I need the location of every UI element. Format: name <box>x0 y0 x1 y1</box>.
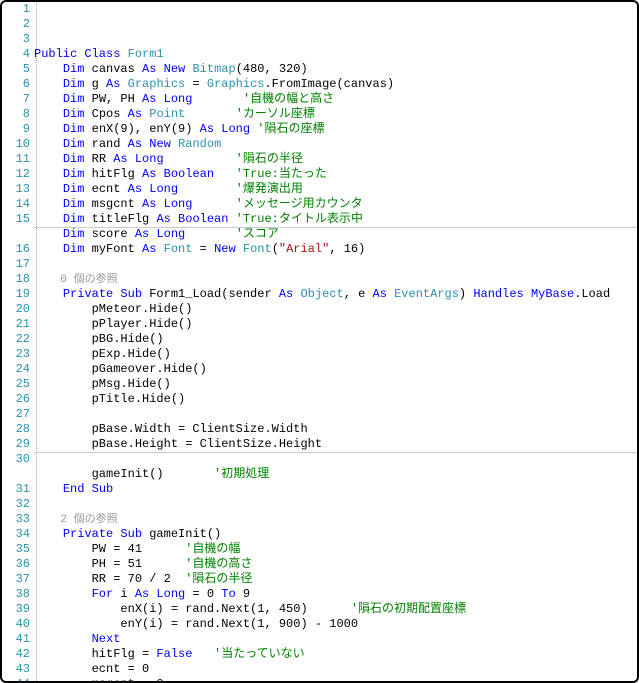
line-number: 12 <box>2 167 30 182</box>
line-number: 19 <box>2 287 30 302</box>
line-number: 30 <box>2 452 30 467</box>
section-divider <box>34 227 637 228</box>
line-number: 1 <box>2 2 30 17</box>
line-number: 11 <box>2 152 30 167</box>
line-number: 39 <box>2 602 30 617</box>
code-line[interactable]: Dim msgcnt As Long 'メッセージ用カウンタ <box>34 197 637 212</box>
code-line[interactable]: Private Sub gameInit() <box>34 527 637 542</box>
code-line[interactable]: pExp.Hide() <box>34 347 637 362</box>
line-number: 35 <box>2 542 30 557</box>
line-number: 33 <box>2 512 30 527</box>
line-number: 26 <box>2 392 30 407</box>
line-number: 8 <box>2 107 30 122</box>
line-number: 9 <box>2 122 30 137</box>
code-line[interactable]: Dim score As Long 'スコア <box>34 227 637 242</box>
section-divider <box>34 452 637 453</box>
code-line[interactable]: pGameover.Hide() <box>34 362 637 377</box>
code-line[interactable]: msgcnt = 0 <box>34 677 637 683</box>
line-number: 16 <box>2 242 30 257</box>
line-number: 25 <box>2 377 30 392</box>
line-number: 5 <box>2 62 30 77</box>
line-number: 21 <box>2 317 30 332</box>
code-line[interactable]: 2 個の参照 <box>34 512 637 527</box>
code-line[interactable]: pTitle.Hide() <box>34 392 637 407</box>
line-number: 32 <box>2 497 30 512</box>
code-area[interactable]: Public Class Form1 Dim canvas As New Bit… <box>34 2 637 681</box>
line-number: 13 <box>2 182 30 197</box>
line-number: 20 <box>2 302 30 317</box>
line-number: 29 <box>2 437 30 452</box>
code-line[interactable]: Dim enX(9), enY(9) As Long '隕石の座標 <box>34 122 637 137</box>
code-line[interactable]: Dim Cpos As Point 'カーソル座標 <box>34 107 637 122</box>
code-editor[interactable]: 1234567891011121314151617181920212223242… <box>0 0 639 683</box>
line-number: 6 <box>2 77 30 92</box>
code-line[interactable]: Public Class Form1 <box>34 47 637 62</box>
line-number: 38 <box>2 587 30 602</box>
code-line[interactable]: Dim PW, PH As Long '自機の幅と高さ <box>34 92 637 107</box>
code-line[interactable]: enX(i) = rand.Next(1, 450) '隕石の初期配置座標 <box>34 602 637 617</box>
code-line[interactable]: enY(i) = rand.Next(1, 900) - 1000 <box>34 617 637 632</box>
line-number: 42 <box>2 647 30 662</box>
code-line[interactable]: Dim titleFlg As Boolean 'True:タイトル表示中 <box>34 212 637 227</box>
code-line[interactable]: RR = 70 / 2 '隕石の半径 <box>34 572 637 587</box>
line-number: 18 <box>2 272 30 287</box>
code-line[interactable]: PW = 41 '自機の幅 <box>34 542 637 557</box>
code-line[interactable]: PH = 51 '自機の高さ <box>34 557 637 572</box>
code-line[interactable]: 0 個の参照 <box>34 272 637 287</box>
line-number: 14 <box>2 197 30 212</box>
code-line[interactable]: pBase.Height = ClientSize.Height <box>34 437 637 452</box>
code-line[interactable]: Dim ecnt As Long '爆発演出用 <box>34 182 637 197</box>
code-line[interactable]: For i As Long = 0 To 9 <box>34 587 637 602</box>
line-number: 4 <box>2 47 30 62</box>
code-line[interactable]: Dim rand As New Random <box>34 137 637 152</box>
code-line[interactable] <box>34 407 637 422</box>
outline-guide <box>36 2 37 681</box>
code-line[interactable]: hitFlg = False '当たっていない <box>34 647 637 662</box>
line-number: 2 <box>2 17 30 32</box>
line-number: 40 <box>2 617 30 632</box>
line-number-gutter: 1234567891011121314151617181920212223242… <box>2 2 34 681</box>
code-line[interactable]: ecnt = 0 <box>34 662 637 677</box>
code-line[interactable]: Dim hitFlg As Boolean 'True:当たった <box>34 167 637 182</box>
code-line[interactable]: Dim RR As Long '隕石の半径 <box>34 152 637 167</box>
line-number: 7 <box>2 92 30 107</box>
line-number: 22 <box>2 332 30 347</box>
code-line[interactable]: Dim myFont As Font = New Font("Arial", 1… <box>34 242 637 257</box>
code-line[interactable]: pMeteor.Hide() <box>34 302 637 317</box>
code-line[interactable]: pBG.Hide() <box>34 332 637 347</box>
line-number: 37 <box>2 572 30 587</box>
code-line[interactable]: Private Sub Form1_Load(sender As Object,… <box>34 287 637 302</box>
line-number: 17 <box>2 257 30 272</box>
line-number: 43 <box>2 662 30 677</box>
line-number: 31 <box>2 482 30 497</box>
code-line[interactable]: gameInit() '初期処理 <box>34 467 637 482</box>
code-line[interactable]: Next <box>34 632 637 647</box>
line-number: 23 <box>2 347 30 362</box>
code-line[interactable]: Dim canvas As New Bitmap(480, 320) <box>34 62 637 77</box>
code-line[interactable]: End Sub <box>34 482 637 497</box>
line-number: 44 <box>2 677 30 683</box>
line-number: 34 <box>2 527 30 542</box>
line-number <box>2 227 30 242</box>
line-number: 36 <box>2 557 30 572</box>
code-line[interactable]: pBase.Width = ClientSize.Width <box>34 422 637 437</box>
line-number: 15 <box>2 212 30 227</box>
code-line[interactable]: pPlayer.Hide() <box>34 317 637 332</box>
code-line[interactable]: pMsg.Hide() <box>34 377 637 392</box>
line-number: 41 <box>2 632 30 647</box>
line-number <box>2 467 30 482</box>
code-line[interactable] <box>34 497 637 512</box>
line-number: 3 <box>2 32 30 47</box>
code-line[interactable]: Dim g As Graphics = Graphics.FromImage(c… <box>34 77 637 92</box>
line-number: 27 <box>2 407 30 422</box>
line-number: 24 <box>2 362 30 377</box>
code-line[interactable] <box>34 452 637 467</box>
line-number: 28 <box>2 422 30 437</box>
code-line[interactable] <box>34 257 637 272</box>
line-number: 10 <box>2 137 30 152</box>
